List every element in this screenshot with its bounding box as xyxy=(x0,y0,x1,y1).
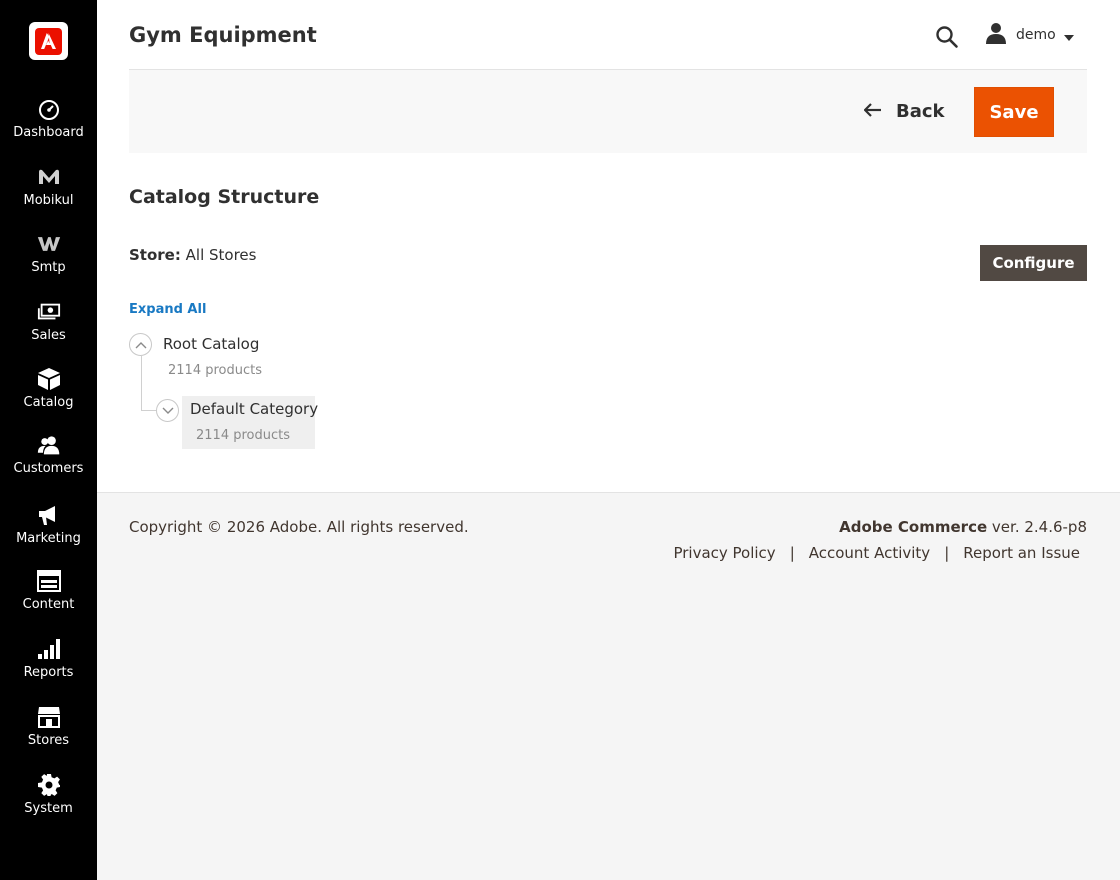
sidebar-item-sales[interactable]: Sales xyxy=(0,300,97,366)
sales-icon xyxy=(37,300,61,324)
customers-icon xyxy=(37,433,61,457)
chevron-down-icon xyxy=(162,407,173,414)
footer-separator: | xyxy=(944,544,950,562)
sidebar-item-stores[interactable]: Stores xyxy=(0,705,97,771)
user-name: demo xyxy=(1016,27,1056,43)
sidebar-item-customers[interactable]: Customers xyxy=(0,433,97,499)
sidebar-item-label: Sales xyxy=(31,328,66,343)
sidebar-item-label: System xyxy=(24,801,73,816)
user-icon xyxy=(985,22,1007,48)
gear-icon xyxy=(37,773,61,797)
sidebar-item-system[interactable]: System xyxy=(0,773,97,839)
tree-node-count: 2114 products xyxy=(196,428,290,443)
chevron-up-icon xyxy=(135,341,146,348)
sidebar-item-label: Stores xyxy=(27,733,70,748)
tree-node-default-category[interactable]: Default Category xyxy=(190,400,318,418)
bar-chart-icon xyxy=(37,637,61,661)
sidebar-item-marketing[interactable]: Marketing xyxy=(0,503,97,569)
account-activity-link[interactable]: Account Activity xyxy=(809,544,930,562)
search-icon[interactable] xyxy=(935,25,959,49)
expand-toggle-default-category[interactable] xyxy=(156,399,179,422)
speedometer-icon xyxy=(37,97,61,121)
store-value: All Stores xyxy=(185,246,257,264)
mobikul-icon xyxy=(37,165,61,189)
sidebar-item-reports[interactable]: Reports xyxy=(0,637,97,703)
store-scope: Store: All Stores xyxy=(129,246,256,264)
sidebar-item-label: Reports xyxy=(23,665,74,680)
megaphone-icon xyxy=(37,503,61,527)
smtp-icon xyxy=(37,232,61,256)
tree-connector xyxy=(141,410,156,411)
content-layout-icon xyxy=(36,569,61,593)
store-icon xyxy=(37,705,61,729)
back-button[interactable]: Back xyxy=(863,97,945,125)
expand-all-link[interactable]: Expand All xyxy=(129,302,206,317)
tree-connector xyxy=(141,356,142,410)
main-content: Gym Equipment demo Back Save Catalog Str… xyxy=(97,0,1120,493)
adobe-logo-icon xyxy=(35,27,62,55)
user-account-menu[interactable]: demo xyxy=(985,22,1074,48)
sidebar-item-label: Catalog xyxy=(23,395,74,410)
admin-sidebar: Dashboard Mobikul Smtp Sales Catalog Cus… xyxy=(0,0,97,880)
page-actions-toolbar: Back Save xyxy=(129,69,1087,153)
tree-node-count: 2114 products xyxy=(168,363,262,378)
adobe-logo[interactable] xyxy=(29,22,68,60)
privacy-policy-link[interactable]: Privacy Policy xyxy=(673,544,775,562)
sidebar-item-label: Dashboard xyxy=(13,125,84,140)
sidebar-item-mobikul[interactable]: Mobikul xyxy=(0,165,97,231)
sidebar-item-dashboard[interactable]: Dashboard xyxy=(0,97,97,163)
footer-copyright: Copyright © 2026 Adobe. All rights reser… xyxy=(129,518,469,536)
catalog-structure-title: Catalog Structure xyxy=(129,186,320,208)
sidebar-item-label: Content xyxy=(22,597,75,612)
collapse-toggle-root[interactable] xyxy=(129,333,152,356)
sidebar-item-label: Marketing xyxy=(16,531,81,546)
sidebar-item-label: Mobikul xyxy=(23,193,74,208)
sidebar-item-smtp[interactable]: Smtp xyxy=(0,232,97,298)
report-issue-link[interactable]: Report an Issue xyxy=(963,544,1080,562)
back-button-label: Back xyxy=(896,100,945,122)
configure-button[interactable]: Configure xyxy=(980,245,1087,281)
save-button[interactable]: Save xyxy=(974,87,1054,137)
footer-links: Privacy Policy | Account Activity | Repo… xyxy=(673,544,1080,562)
footer-brand-name: Adobe Commerce xyxy=(839,518,988,536)
footer-version-number: ver. 2.4.6-p8 xyxy=(991,518,1087,536)
arrow-left-icon xyxy=(863,102,882,121)
tree-node-root-catalog[interactable]: Root Catalog xyxy=(163,335,259,353)
caret-down-icon xyxy=(1063,26,1074,45)
footer-version: Adobe Commerce ver. 2.4.6-p8 xyxy=(839,518,1087,536)
sidebar-item-content[interactable]: Content xyxy=(0,569,97,635)
store-label: Store: xyxy=(129,246,181,264)
page-title: Gym Equipment xyxy=(129,23,317,47)
sidebar-item-catalog[interactable]: Catalog xyxy=(0,367,97,433)
sidebar-item-label: Smtp xyxy=(31,260,66,275)
sidebar-item-label: Customers xyxy=(13,461,84,476)
footer-separator: | xyxy=(789,544,795,562)
catalog-box-icon xyxy=(37,367,61,391)
